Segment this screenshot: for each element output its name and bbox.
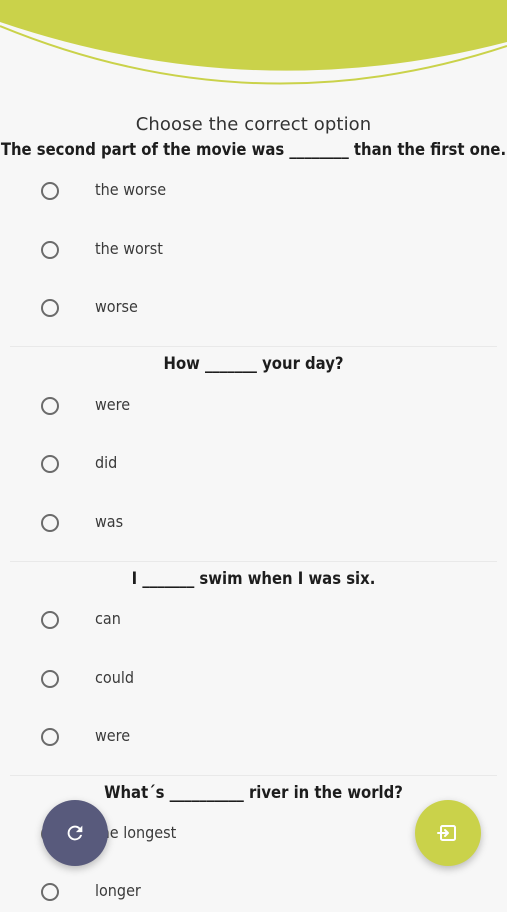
- option-the-worst[interactable]: the worst: [0, 230, 507, 270]
- option-label: were: [95, 726, 131, 745]
- radio-button[interactable]: [41, 397, 59, 415]
- option-label: were: [95, 395, 131, 414]
- option-did[interactable]: did: [0, 444, 507, 484]
- exit-button[interactable]: [415, 800, 481, 866]
- option-worse[interactable]: worse: [0, 288, 507, 328]
- radio-button[interactable]: [41, 611, 59, 629]
- radio-button[interactable]: [41, 241, 59, 259]
- header-arc: [0, 0, 507, 85]
- divider: [10, 346, 497, 347]
- radio-button[interactable]: [41, 728, 59, 746]
- option-label: did: [95, 453, 118, 472]
- radio-button[interactable]: [41, 670, 59, 688]
- divider: [10, 775, 497, 776]
- refresh-icon: [67, 825, 83, 841]
- question-3-text: I _______ swim when I was six.: [131, 569, 376, 588]
- option-label: was: [95, 512, 124, 531]
- option-were[interactable]: were: [0, 717, 507, 757]
- radio-button[interactable]: [41, 299, 59, 317]
- radio-button[interactable]: [41, 182, 59, 200]
- question-2-text: How _______ your day?: [163, 354, 344, 373]
- divider: [10, 561, 497, 562]
- exit-icon: [437, 825, 456, 841]
- refresh-button[interactable]: [42, 800, 108, 866]
- radio-button[interactable]: [41, 455, 59, 473]
- radio-button[interactable]: [41, 883, 59, 901]
- instruction-text: Choose the correct option: [135, 114, 372, 135]
- option-were[interactable]: were: [0, 386, 507, 426]
- option-label: longer: [95, 881, 141, 900]
- question-1-text: The second part of the movie was _______…: [0, 140, 507, 159]
- option-label: could: [95, 668, 134, 687]
- option-the-worse[interactable]: the worse: [0, 171, 507, 211]
- radio-button[interactable]: [41, 514, 59, 532]
- option-label: can: [95, 609, 121, 628]
- option-label: the worst: [95, 239, 163, 258]
- option-label: worse: [95, 297, 138, 316]
- option-could[interactable]: could: [0, 659, 507, 699]
- option-was[interactable]: was: [0, 503, 507, 543]
- option-can[interactable]: can: [0, 600, 507, 640]
- option-label: the worse: [95, 180, 167, 199]
- option-longer[interactable]: longer: [0, 872, 507, 912]
